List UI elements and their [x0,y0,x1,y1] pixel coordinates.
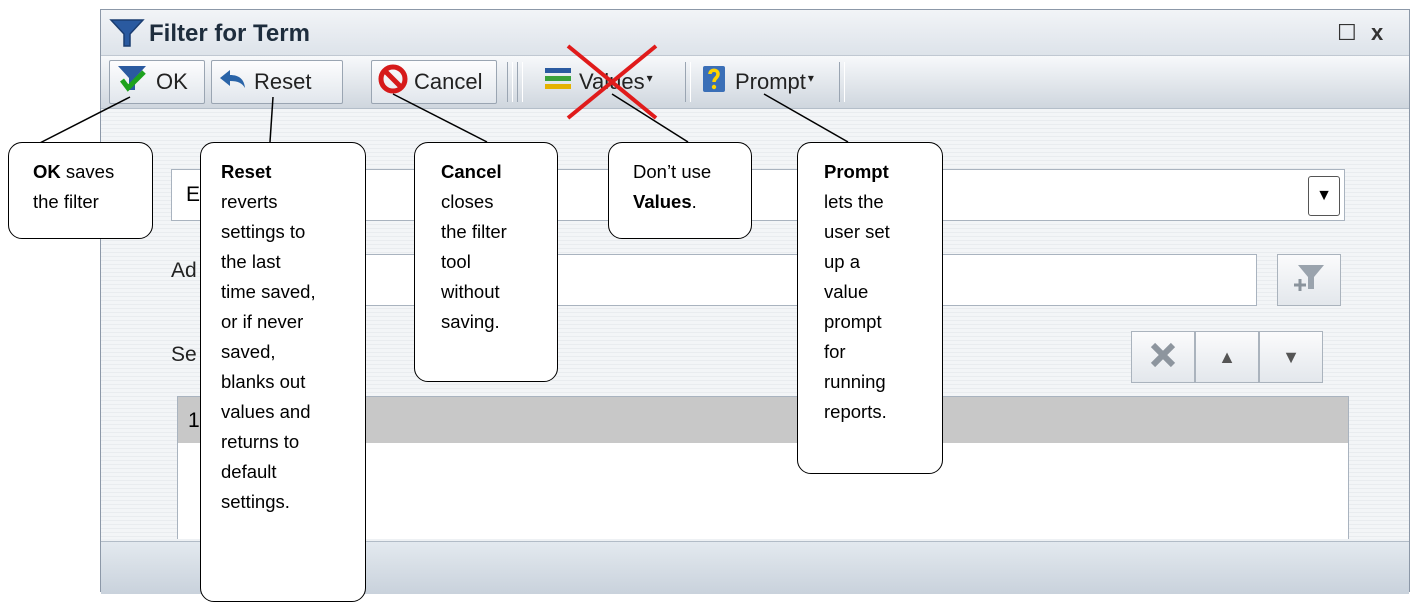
ok-callout: OK saves the filter [8,142,153,239]
reset-callout-line: default [221,461,277,482]
reset-callout-line: settings. [221,491,290,512]
reset-callout-line: saved, [221,341,276,362]
cancel-callout-line: saving. [441,311,500,332]
reset-callout-line: or if never [221,311,304,332]
reset-callout-bold: Reset [221,161,272,182]
prompt-callout-line: prompt [824,311,882,332]
cancel-callout-line: the filter [441,221,507,242]
prompt-callout-bold: Prompt [824,161,889,182]
reset-pointer-line [269,96,274,143]
prompt-callout-line: up a [824,251,861,272]
values-callout-period: . [691,191,697,212]
cancel-callout-line: tool [441,251,471,272]
cancel-pointer-line [392,93,488,143]
reset-callout-line: settings to [221,221,306,242]
prompt-callout-line: running [824,371,886,392]
prompt-callout: Prompt lets the user set up a value prom… [797,142,943,474]
values-cross-icon [566,44,658,120]
values-callout-bold: Values [633,191,692,212]
prompt-callout-line: lets the [824,191,884,212]
cancel-callout-line: without [441,281,500,302]
ok-callout-text: saves [60,161,115,182]
ok-callout-bold: OK [33,161,61,182]
reset-callout-line: returns to [221,431,300,452]
prompt-callout-line: user set [824,221,890,242]
prompt-callout-line: value [824,281,869,302]
values-callout-text: Don’t use [633,161,712,182]
cancel-callout: Cancel closes the filter tool without sa… [414,142,558,382]
ok-pointer-line [29,96,131,149]
prompt-callout-line: reports. [824,401,887,422]
reset-callout-line: time saved, [221,281,316,302]
reset-callout-line: reverts [221,191,278,212]
reset-callout-line: values and [221,401,311,422]
ok-callout-text-2: the filter [33,191,99,212]
reset-callout-line: the last [221,251,281,272]
cancel-callout-line: closes [441,191,494,212]
values-callout: Don’t use Values. [608,142,752,239]
cancel-callout-bold: Cancel [441,161,502,182]
reset-callout: Reset reverts settings to the last time … [200,142,366,602]
reset-callout-line: blanks out [221,371,306,392]
prompt-callout-line: for [824,341,846,362]
values-pointer-line [611,93,689,143]
prompt-pointer-line [763,93,849,143]
